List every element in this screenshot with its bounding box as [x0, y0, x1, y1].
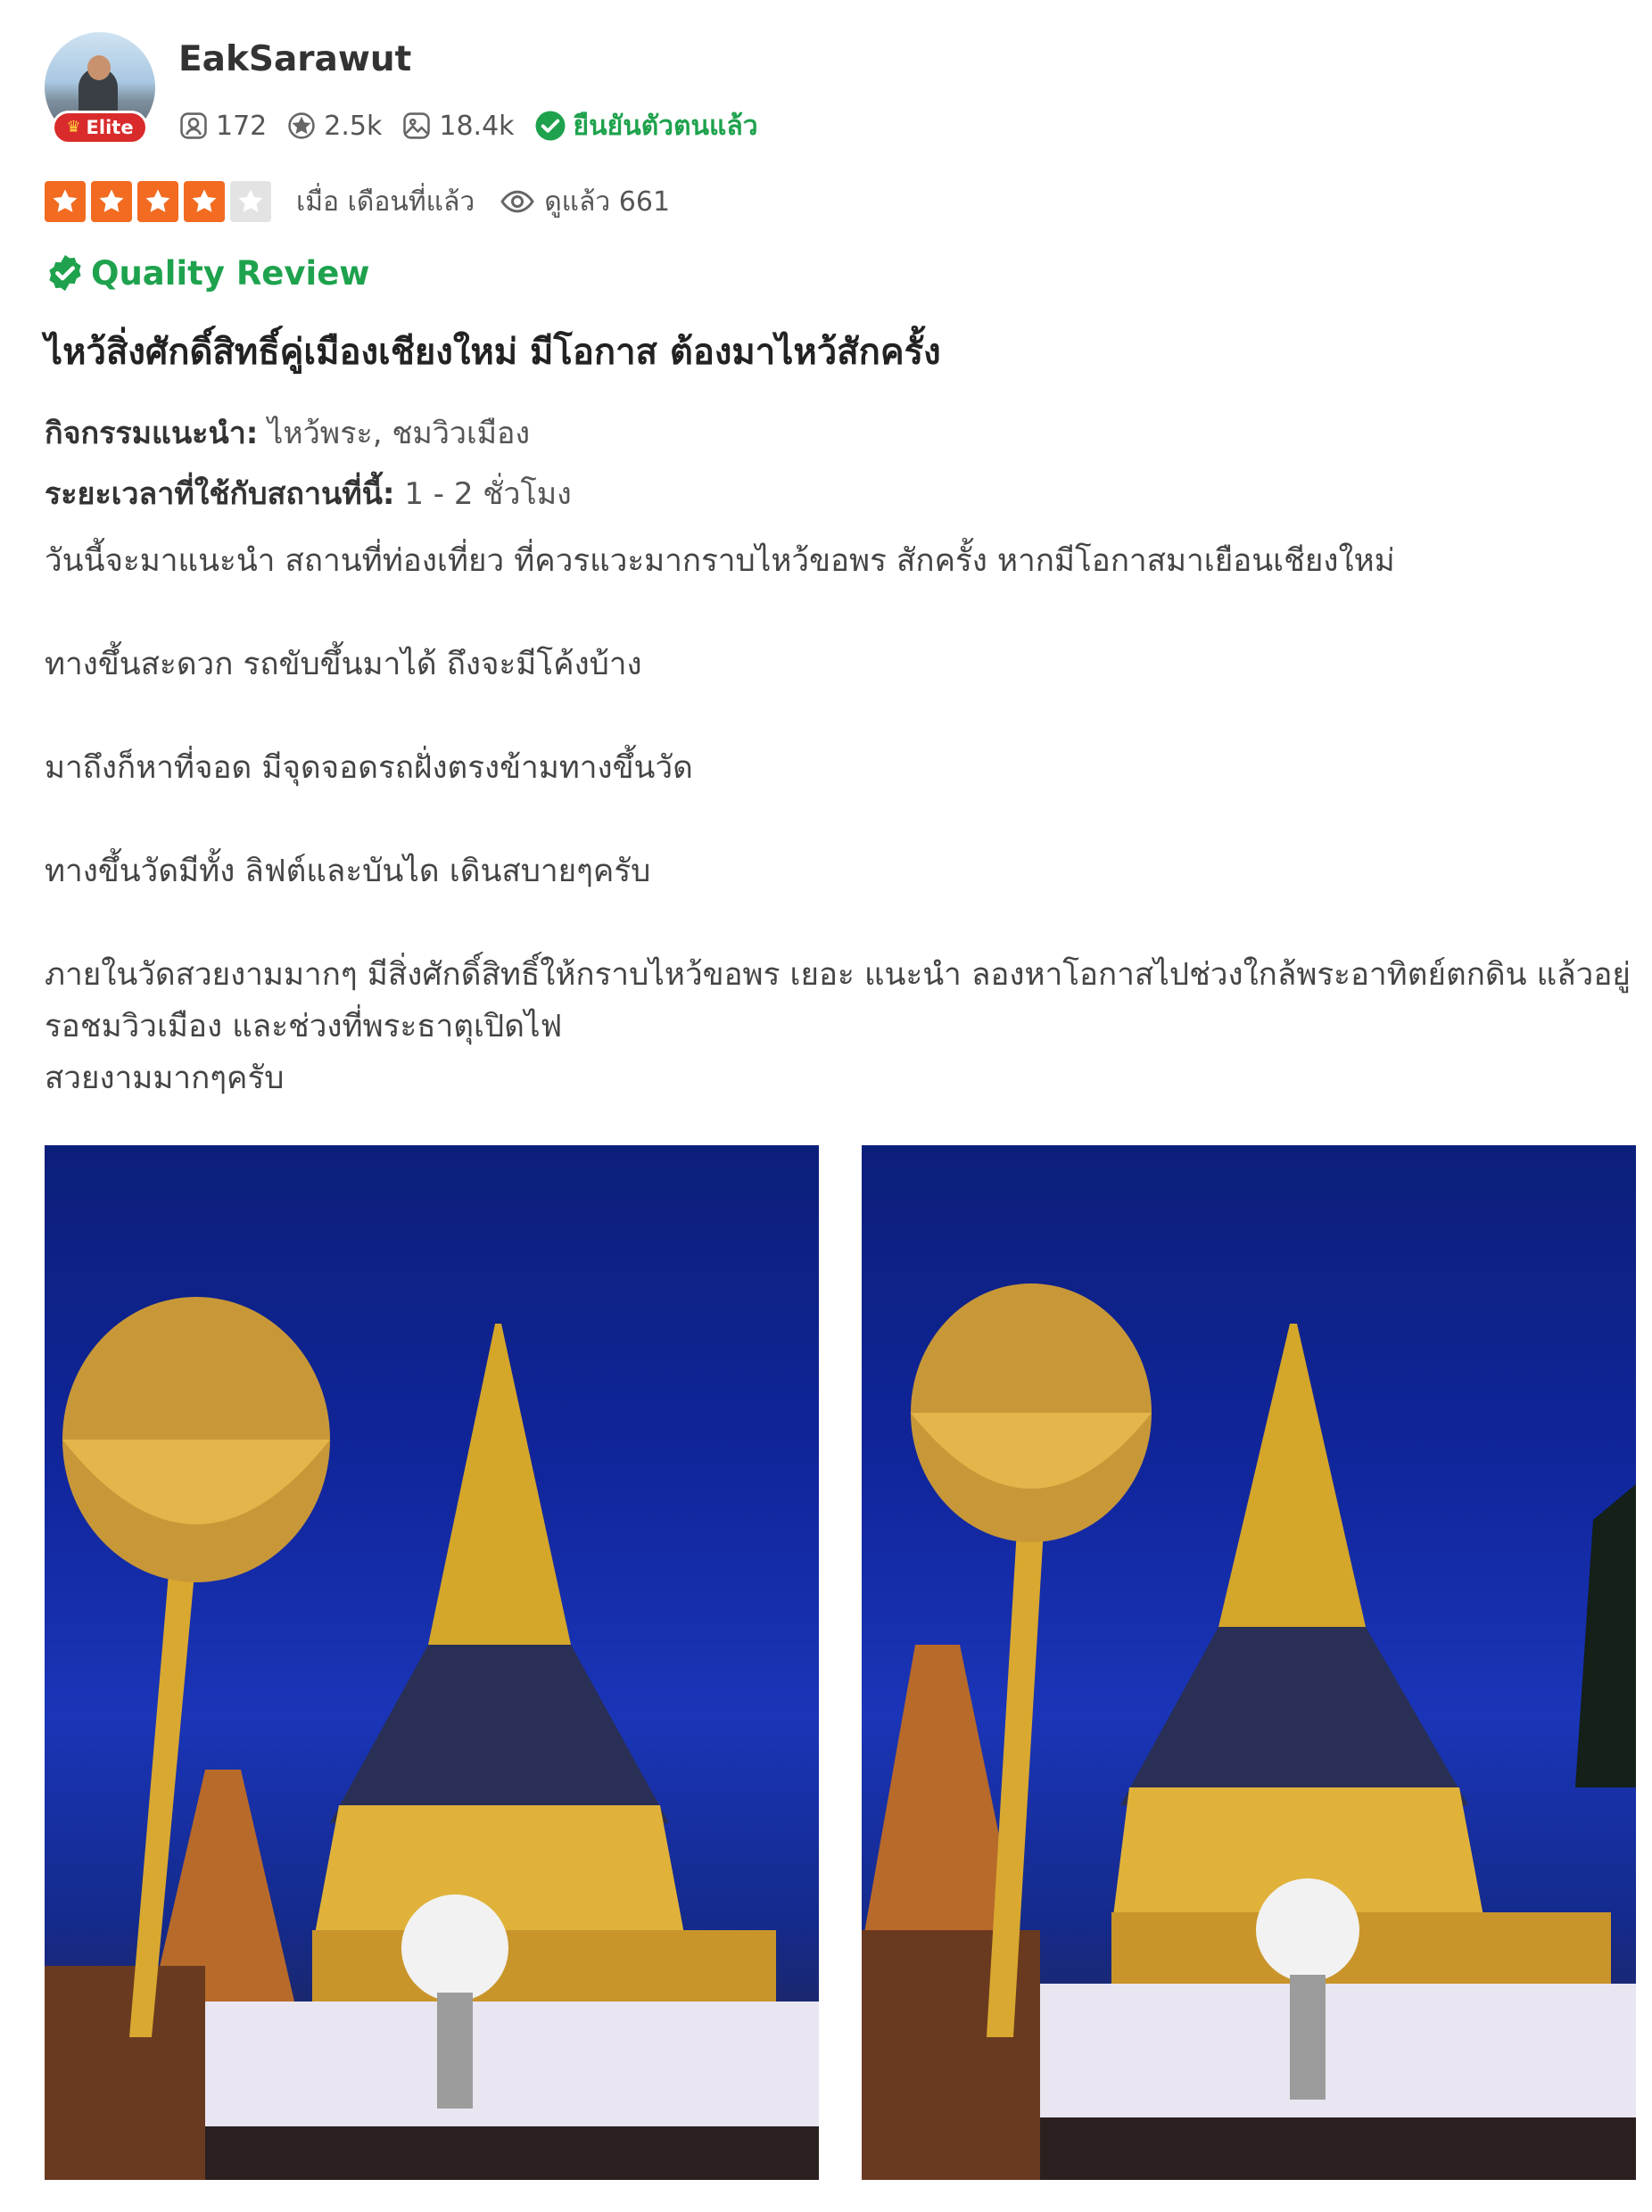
star-rating	[45, 181, 271, 222]
review-time: เมื่อ เดือนที่แล้ว	[296, 186, 475, 218]
temple-photo	[862, 1283, 1636, 2180]
eye-icon	[500, 190, 534, 213]
recommended-activities: กิจกรรมแนะนำ: ไหว้พระ, ชมวิวเมือง	[45, 409, 530, 457]
temple-photo	[45, 1297, 819, 2180]
review-paragraph: ภายในวัดสวยงามมากๆ มีสิ่งศักดิ์สิทธิ์ให้…	[45, 957, 1631, 1096]
duration-label: ระยะเวลาที่ใช้กับสถานที่นี้:	[45, 476, 395, 512]
followers-count: 172	[216, 110, 268, 142]
crown-icon: ♛	[66, 118, 81, 136]
review-paragraph: วันนี้จะมาแนะนำ สถานที่ท่องเที่ยว ที่ควร…	[45, 543, 1395, 579]
photos-count: 18.4k	[439, 110, 515, 142]
star-empty-icon	[230, 181, 271, 222]
reviews-stat: 2.5k	[286, 111, 382, 142]
elite-badge-label: Elite	[86, 117, 134, 138]
review-paragraph: ทางขึ้นสะดวก รถขับขึ้นมาได้ ถึงจะมีโค้งบ…	[45, 647, 642, 682]
user-stats: 172 2.5k 18.4k ยืนยันตัวตนแล้ว	[178, 107, 758, 144]
star-filled-icon	[137, 181, 178, 222]
image-icon	[403, 112, 431, 139]
user-icon	[180, 112, 207, 139]
followers-stat: 172	[178, 111, 267, 142]
activities-value: ไหว้พระ, ชมวิวเมือง	[258, 416, 531, 451]
review-paragraph: ทางขึ้นวัดมีทั้ง ลิฟต์และบันได เดินสบายๆ…	[45, 854, 651, 889]
star-filled-icon	[184, 181, 225, 222]
activities-label: กิจกรรมแนะนำ:	[45, 416, 259, 451]
duration-value: 1 - 2 ชั่วโมง	[394, 476, 572, 512]
photos-stat: 18.4k	[401, 110, 515, 142]
review-photo[interactable]	[45, 1145, 819, 2180]
rating-row: เมื่อ เดือนที่แล้ว ดูแล้ว 661	[45, 180, 670, 223]
review-paragraph: มาถึงก็หาที่จอด มีจุดจอดรถฝั่งตรงข้ามทาง…	[45, 750, 693, 786]
views-label: ดูแล้ว 661	[544, 186, 671, 218]
star-filled-icon	[45, 181, 86, 222]
verified-label: ยืนยันตัวตนแล้ว	[573, 110, 758, 142]
check-circle-icon	[535, 111, 566, 141]
star-filled-icon	[91, 181, 132, 222]
username[interactable]: EakSarawut	[178, 39, 411, 79]
quality-review-label: Quality Review	[91, 253, 370, 293]
elite-badge: ♛ Elite	[52, 111, 148, 144]
verified-status: ยืนยันตัวตนแล้ว	[534, 105, 758, 147]
reviews-count: 2.5k	[324, 110, 383, 142]
quality-review-badge: Quality Review	[45, 250, 369, 296]
time-spent: ระยะเวลาที่ใช้กับสถานที่นี้: 1 - 2 ชั่วโ…	[45, 469, 572, 517]
review-title[interactable]: ไหว้สิ่งศักดิ์สิทธิ์คู่เมืองเชียงใหม่ มี…	[45, 323, 941, 380]
review-photo[interactable]	[862, 1145, 1636, 2180]
view-count: ดูแล้ว 661	[500, 181, 670, 223]
star-circle-icon	[288, 112, 315, 139]
verified-badge-icon	[49, 254, 81, 292]
avatar-head	[87, 55, 111, 80]
